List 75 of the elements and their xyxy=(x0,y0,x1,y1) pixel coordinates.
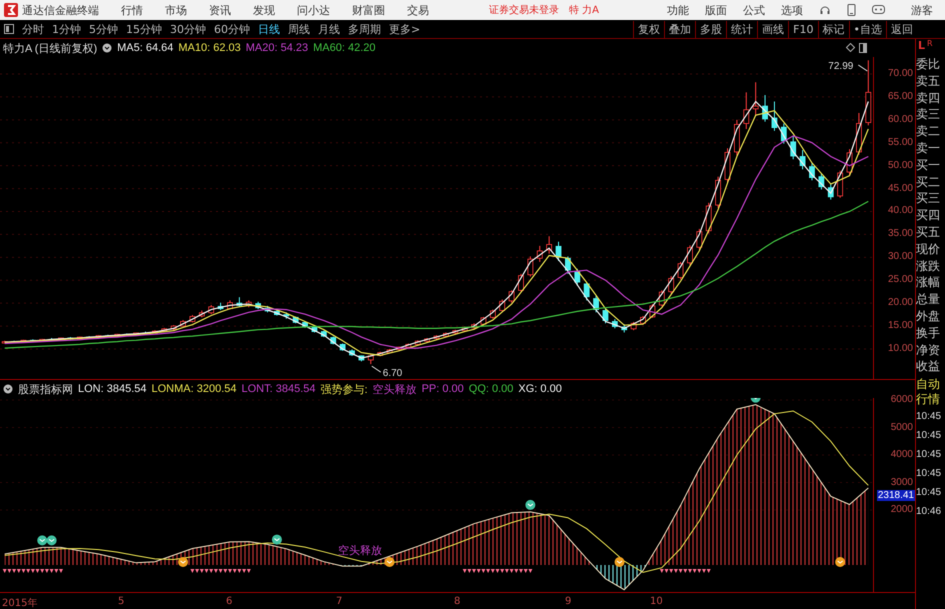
axis-label: 5000 xyxy=(890,422,913,432)
signal-label: 空头释放 xyxy=(338,544,382,557)
quote-label: 卖三 xyxy=(916,106,941,124)
quote-label: 涨跌 xyxy=(916,258,941,274)
trade-time: 10:45 xyxy=(916,429,942,444)
indicator-legend-value: XG: 0.00 xyxy=(518,383,562,395)
quote-label: 现价 xyxy=(916,240,941,258)
indicator-legend-value: 强势参与: xyxy=(320,382,368,396)
axis-label: 25.00 xyxy=(888,274,913,286)
indicator-legend-value: LON: 3845.54 xyxy=(78,383,146,395)
trade-time: 10:45 xyxy=(916,448,942,462)
stock-title: 特力A (日线前复权) xyxy=(3,42,98,56)
quote-label: 买一 xyxy=(916,156,941,174)
quote-label: 收益 xyxy=(916,358,941,376)
quote-label: 委比 xyxy=(916,56,941,73)
trade-time: 10:45 xyxy=(916,467,942,482)
trade-time: 10:46 xyxy=(916,505,942,520)
quote-label: 买三 xyxy=(916,190,941,208)
trade-time: 10:45 xyxy=(916,410,942,424)
app-name: 通达信金融终端 xyxy=(22,2,99,18)
quote-label: 总量 xyxy=(916,291,941,308)
axis-label: 30.00 xyxy=(888,251,913,262)
auto-quote-label: 行情 xyxy=(916,392,941,408)
axis-label: 15.00 xyxy=(888,320,913,332)
axis-label: 2000 xyxy=(890,504,913,515)
indicator-name: 股票指标网 xyxy=(18,382,73,396)
axis-label: 70.00 xyxy=(888,68,913,79)
stock-name: 特 力A xyxy=(569,4,600,17)
axis-label: 35.00 xyxy=(888,228,913,240)
auto-quote-label: 自动 xyxy=(916,377,941,392)
high-price-label: 72.99 xyxy=(828,61,854,72)
ma-legend-value: MA20: 54.23 xyxy=(246,42,308,54)
quote-label: 卖一 xyxy=(916,140,941,157)
date-label: 8 xyxy=(454,596,460,607)
date-label: 9 xyxy=(565,596,572,607)
quote-label: 买二 xyxy=(916,174,941,190)
axis-label: 6000 xyxy=(890,394,913,406)
date-label: 5 xyxy=(118,596,124,607)
low-price-label: 6.70 xyxy=(382,368,402,379)
corner-label: R xyxy=(927,39,933,48)
ma-legend-value: MA5: 64.64 xyxy=(117,42,174,54)
quote-label: 买五 xyxy=(916,224,941,241)
quote-label: 卖二 xyxy=(916,123,941,140)
axis-label: 3000 xyxy=(890,476,913,488)
indicator-legend-value: LONMA: 3200.54 xyxy=(152,383,236,395)
quote-label: 卖五 xyxy=(916,72,941,90)
quote-label: 卖四 xyxy=(916,90,941,106)
axis-label: 60.00 xyxy=(888,114,913,125)
ma-legend-value: MA60: 42.20 xyxy=(313,42,376,54)
date-label: 6 xyxy=(226,596,232,607)
indicator-legend-value: PP: 0.00 xyxy=(422,383,464,395)
login-status: 证券交易未登录 xyxy=(489,4,559,17)
date-label: 2015年 xyxy=(2,597,38,609)
quote-label: 换手 xyxy=(916,324,941,342)
date-label: 7 xyxy=(336,596,342,607)
quote-label: 涨幅 xyxy=(916,274,941,292)
axis-label: 65.00 xyxy=(888,90,913,102)
quote-label: 净资 xyxy=(916,342,941,358)
current-value-label: 2318.41 xyxy=(876,490,915,502)
trade-time: 10:45 xyxy=(916,486,942,500)
indicator-legend-value: 空头释放 xyxy=(372,382,417,396)
axis-label: 10.00 xyxy=(888,342,913,354)
quote-label: 外盘 xyxy=(916,308,941,325)
axis-label: 4000 xyxy=(890,449,913,460)
corner-label: L xyxy=(918,39,926,52)
axis-label: 40.00 xyxy=(888,205,913,216)
axis-label: 55.00 xyxy=(888,136,913,148)
date-label: 10 xyxy=(650,596,663,607)
quote-label: 买四 xyxy=(916,207,941,224)
axis-label: 45.00 xyxy=(888,182,913,194)
axis-label: 50.00 xyxy=(888,160,913,171)
axis-label: 20.00 xyxy=(888,297,913,308)
ma-legend-value: MA10: 62.03 xyxy=(178,42,241,54)
indicator-legend-value: QQ: 0.00 xyxy=(468,383,514,395)
indicator-legend-value: LONT: 3845.54 xyxy=(242,383,316,395)
